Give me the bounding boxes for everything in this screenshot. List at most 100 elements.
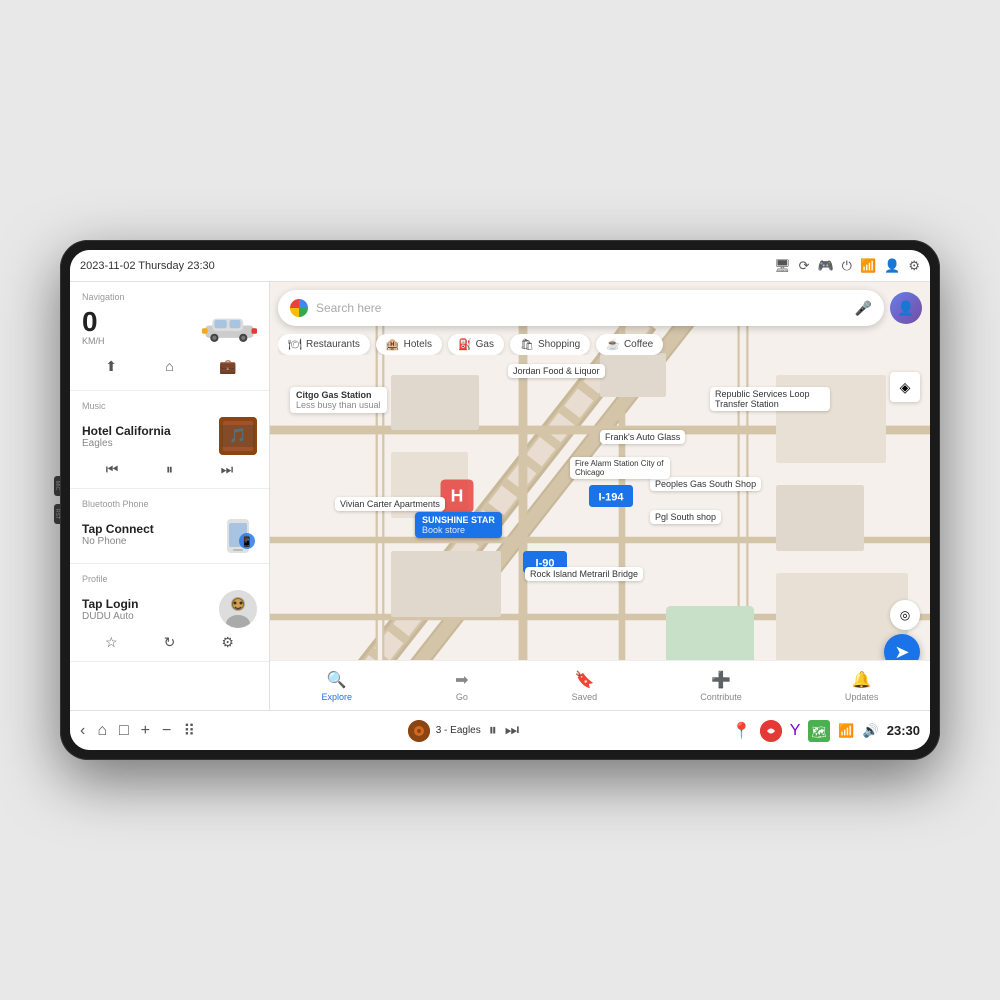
coffee-icon: ☕	[606, 338, 620, 351]
updates-label: Updates	[845, 692, 879, 702]
franks-name: Frank's Auto Glass	[605, 432, 680, 442]
music-section: Music Hotel California Eagles	[70, 391, 269, 489]
recent-apps-button[interactable]: □	[119, 722, 129, 740]
dudu-app-icon[interactable]	[760, 720, 782, 742]
refresh-button[interactable]: ↻	[164, 634, 176, 651]
shopping-label: Shopping	[538, 339, 580, 350]
sunshine-marker[interactable]: SUNSHINE STAR Book store	[415, 512, 502, 538]
settings-icon: ⚙	[908, 258, 920, 274]
profile-label: Profile	[82, 574, 257, 584]
star-button[interactable]: ☆	[105, 634, 118, 651]
layers-button[interactable]: ◈	[890, 372, 920, 402]
peoples-gas-marker[interactable]: Peoples Gas South Shop	[650, 477, 761, 491]
shopping-icon: 🛍	[520, 338, 534, 351]
work-button[interactable]: 💼	[214, 352, 242, 380]
settings-profile-button[interactable]: ⚙	[221, 634, 234, 651]
svg-text:🗺: 🗺	[812, 725, 827, 739]
prev-button[interactable]: ⏮	[106, 461, 119, 478]
status-icons-group: 🖥 ⟳ 🎮 ⏻ 📶 👤 ⚙	[774, 258, 920, 274]
add-button[interactable]: +	[141, 722, 150, 740]
coffee-pill[interactable]: ☕ Coffee	[596, 334, 663, 355]
republic-marker[interactable]: Republic Services Loop Transfer Station	[710, 387, 830, 411]
hotels-pill[interactable]: 🏨 Hotels	[376, 334, 442, 355]
shopping-pill[interactable]: 🛍 Shopping	[510, 334, 590, 355]
wifi-taskbar-icon: 📶	[838, 723, 854, 739]
bluetooth-label: Bluetooth Phone	[82, 499, 257, 509]
vivian-marker[interactable]: Vivian Carter Apartments	[335, 497, 445, 511]
contribute-label: Contribute	[700, 692, 742, 702]
navigate-button[interactable]: ⬆	[97, 352, 125, 380]
map-search-bar: Search here 🎤 👤	[278, 290, 922, 326]
map-bottom-nav: 🔍 Explore ➡ Go 🔖 Saved ➕	[270, 660, 930, 710]
person-icon: 👤	[884, 258, 900, 274]
music-widget[interactable]: 3 - Eagles	[408, 720, 481, 742]
profile-action-buttons: ☆ ↻ ⚙	[82, 634, 257, 651]
citgo-marker[interactable]: Citgo Gas Station Less busy than usual	[290, 387, 387, 413]
taskbar-right: 📍 Y 🗺	[732, 720, 920, 742]
album-art: 🎵	[219, 417, 257, 455]
profile-name: Tap Login	[82, 597, 138, 611]
coffee-label: Coffee	[624, 339, 653, 350]
explore-label: Explore	[322, 692, 353, 702]
taskbar-next-button[interactable]: ⏭	[505, 722, 519, 740]
profile-avatar	[219, 590, 257, 628]
saved-tab[interactable]: 🔖 Saved	[564, 666, 606, 706]
franks-marker[interactable]: Frank's Auto Glass	[600, 430, 685, 444]
music-title: Hotel California	[82, 424, 219, 438]
sunshine-sub: Book store	[422, 525, 495, 535]
date-time-display: 2023-11-02 Thursday 23:30	[80, 260, 215, 272]
car-head-unit: MIC RST 2023-11-02 Thursday 23:30 🖥 ⟳ 🎮 …	[60, 240, 940, 760]
grid-button[interactable]: ⠿	[183, 721, 195, 741]
restaurants-icon: 🍽	[288, 338, 302, 351]
pgl-marker[interactable]: Pgl South shop	[650, 510, 721, 524]
svg-text:📱: 📱	[241, 535, 253, 548]
explore-tab[interactable]: 🔍 Explore	[314, 666, 361, 706]
rock-island-marker[interactable]: Rock Island Metraril Bridge	[525, 567, 643, 581]
svg-text:H: H	[451, 486, 464, 506]
svg-text:I-194: I-194	[598, 491, 624, 503]
music-content: Hotel California Eagles 🎵	[82, 417, 257, 455]
gas-pill[interactable]: ⛽ Gas	[448, 334, 504, 355]
navigation-content: 0 KM/H	[82, 308, 257, 346]
home-taskbar-button[interactable]: ⌂	[97, 722, 107, 740]
minus-button[interactable]: −	[162, 722, 171, 740]
saved-icon: 🔖	[574, 670, 594, 690]
taskbar-pause-button[interactable]: ⏸	[489, 722, 497, 740]
refresh-icon: ⟳	[799, 258, 810, 274]
fire-alarm-marker[interactable]: Fire Alarm Station City of Chicago	[570, 457, 670, 479]
vivian-name: Vivian Carter Apartments	[340, 499, 440, 509]
back-button[interactable]: ‹	[80, 722, 85, 740]
clock-display: 23:30	[887, 723, 920, 738]
compass-button[interactable]: ◎	[890, 600, 920, 630]
go-icon: ➡	[455, 670, 468, 690]
user-avatar-map[interactable]: 👤	[890, 292, 922, 324]
fire-alarm-name: Fire Alarm Station City of Chicago	[575, 459, 665, 477]
restaurants-label: Restaurants	[306, 339, 360, 350]
updates-icon: 🔔	[852, 670, 872, 690]
mic-search-icon[interactable]: 🎤	[855, 300, 872, 317]
rst-label: RST	[54, 509, 60, 519]
map-app-icon[interactable]: 🗺	[808, 720, 830, 742]
nav-action-buttons: ⬆ ⌂ 💼	[82, 352, 257, 380]
gas-icon: ⛽	[458, 338, 472, 351]
jordan-marker[interactable]: Jordan Food & Liquor	[508, 364, 605, 378]
home-button[interactable]: ⌂	[155, 352, 183, 380]
restaurants-pill[interactable]: 🍽 Restaurants	[278, 334, 370, 355]
search-input-box[interactable]: Search here 🎤	[278, 290, 884, 326]
map-area[interactable]: H I-194 I-90 ©2023 Google · Map data ©20…	[270, 282, 930, 710]
contribute-tab[interactable]: ➕ Contribute	[692, 666, 750, 706]
music-info: Hotel California Eagles	[82, 424, 219, 449]
speed-unit: KM/H	[82, 336, 105, 346]
go-label: Go	[456, 692, 468, 702]
rst-button[interactable]: RST	[54, 504, 60, 524]
bluetooth-info: Tap Connect No Phone	[82, 522, 154, 547]
pause-button[interactable]: ⏸	[166, 461, 173, 478]
mic-button[interactable]: MIC	[54, 476, 60, 496]
saved-label: Saved	[572, 692, 598, 702]
volume-icon: 🔊	[863, 723, 879, 739]
side-buttons-panel: MIC RST	[54, 476, 60, 524]
go-tab[interactable]: ➡ Go	[447, 666, 476, 706]
bluetooth-content: Tap Connect No Phone 📱	[82, 515, 257, 553]
updates-tab[interactable]: 🔔 Updates	[837, 666, 887, 706]
next-button[interactable]: ⏭	[221, 461, 234, 478]
